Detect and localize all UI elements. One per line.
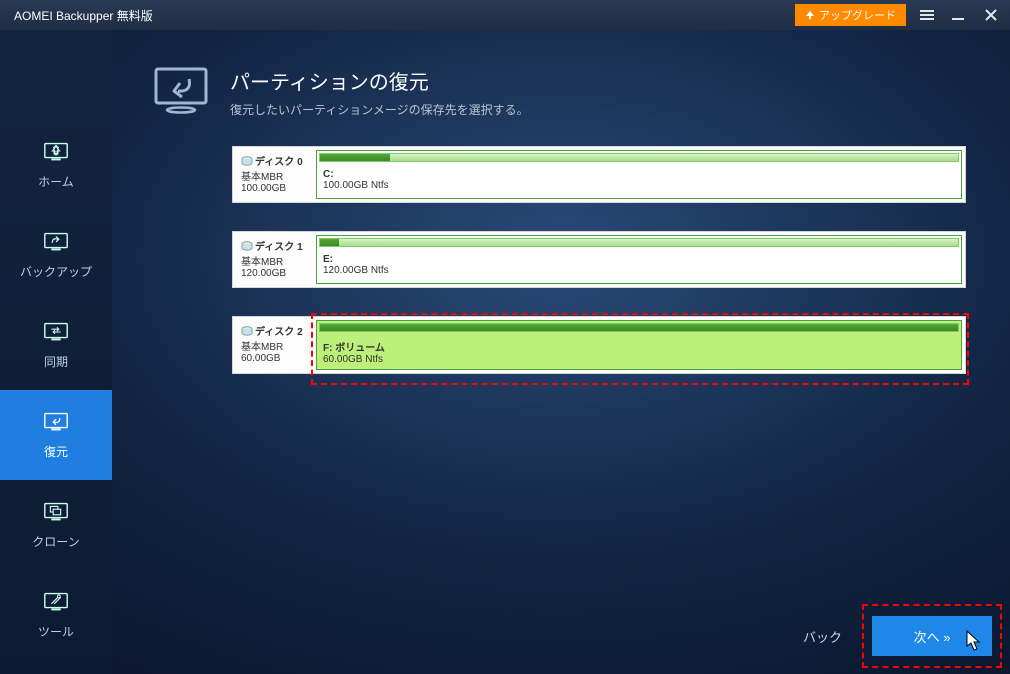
page-title: パーティションの復元 — [230, 66, 529, 95]
back-button[interactable]: バック — [789, 619, 856, 654]
next-button[interactable]: 次へ » — [872, 616, 992, 656]
disk-name: ディスク 1 — [241, 238, 309, 253]
partition-usage-bar — [319, 153, 959, 162]
disk-name: ディスク 2 — [241, 323, 309, 338]
disk-icon — [241, 326, 253, 336]
disk-size: 120.00GB — [241, 268, 309, 279]
upgrade-label: アップグレード — [819, 7, 896, 23]
disk-partitions: E: 120.00GB Ntfs — [313, 232, 965, 287]
sidebar-item-restore[interactable]: 復元 — [0, 390, 112, 480]
disk-type: 基本MBR — [241, 338, 309, 353]
page-header: パーティションの復元 復元したいパーティションメージの保存先を選択する。 — [152, 66, 970, 118]
disk-icon — [241, 156, 253, 166]
sidebar-item-label: 同期 — [44, 353, 68, 370]
disk-size: 100.00GB — [241, 183, 309, 194]
sidebar-item-label: ツール — [38, 623, 74, 640]
menu-icon[interactable] — [916, 9, 938, 21]
sidebar-item-clone[interactable]: クローン — [0, 480, 112, 570]
partition-detail: 60.00GB Ntfs — [323, 354, 955, 365]
restore-icon — [42, 411, 70, 433]
tools-icon — [42, 591, 70, 613]
page-subtitle: 復元したいパーティションメージの保存先を選択する。 — [230, 101, 529, 118]
disk-size: 60.00GB — [241, 353, 309, 364]
disk-type: 基本MBR — [241, 253, 309, 268]
disk-type: 基本MBR — [241, 168, 309, 183]
sidebar-item-home[interactable]: ホーム — [0, 120, 112, 210]
disk-card[interactable]: ディスク 0 基本MBR 100.00GB C: 100.00GB Ntfs — [232, 146, 966, 203]
disk-info: ディスク 1 基本MBR 120.00GB — [233, 232, 313, 287]
titlebar: AOMEI Backupper 無料版 アップグレード — [0, 0, 1010, 30]
sidebar-item-sync[interactable]: 同期 — [0, 300, 112, 390]
sidebar-item-label: ホーム — [38, 173, 74, 190]
sidebar-item-label: クローン — [32, 533, 79, 550]
sidebar-item-label: バックアップ — [20, 263, 92, 280]
partition-label: F: ボリューム — [323, 339, 955, 354]
disk-name: ディスク 0 — [241, 153, 309, 168]
partition-detail: 100.00GB Ntfs — [323, 180, 955, 191]
partition-detail: 120.00GB Ntfs — [323, 265, 955, 276]
disk-card[interactable]: ディスク 1 基本MBR 120.00GB E: 120.00GB Ntfs — [232, 231, 966, 288]
sidebar: ホーム バックアップ 同期 復元 クローン — [0, 30, 112, 674]
partition-label: E: — [323, 254, 955, 265]
clone-icon — [42, 501, 70, 523]
sync-icon — [42, 321, 70, 343]
disk-info: ディスク 2 基本MBR 60.00GB — [233, 317, 313, 373]
disk-icon — [241, 241, 253, 251]
close-icon[interactable] — [980, 9, 1002, 21]
partition-label: C: — [323, 169, 955, 180]
partition-usage-bar — [319, 238, 959, 247]
upgrade-button[interactable]: アップグレード — [795, 4, 906, 26]
partition-usage-bar — [319, 323, 959, 332]
partition[interactable]: F: ボリューム 60.00GB Ntfs — [316, 320, 962, 370]
partition[interactable]: C: 100.00GB Ntfs — [316, 150, 962, 199]
disk-info: ディスク 0 基本MBR 100.00GB — [233, 147, 313, 202]
disk-partitions: F: ボリューム 60.00GB Ntfs — [313, 317, 965, 373]
content-area: パーティションの復元 復元したいパーティションメージの保存先を選択する。 ディス… — [112, 30, 1010, 674]
minimize-icon[interactable] — [948, 9, 970, 21]
sidebar-item-backup[interactable]: バックアップ — [0, 210, 112, 300]
partition[interactable]: E: 120.00GB Ntfs — [316, 235, 962, 284]
disk-card-selected[interactable]: ディスク 2 基本MBR 60.00GB F: ボリューム 60.00GB Nt… — [232, 316, 966, 374]
app-title: AOMEI Backupper 無料版 — [14, 7, 153, 24]
footer: バック 次へ » — [130, 616, 992, 656]
sidebar-item-tools[interactable]: ツール — [0, 570, 112, 660]
sidebar-item-label: 復元 — [44, 443, 68, 460]
home-icon — [42, 141, 70, 163]
disk-partitions: C: 100.00GB Ntfs — [313, 147, 965, 202]
restore-large-icon — [152, 66, 210, 116]
backup-icon — [42, 231, 70, 253]
